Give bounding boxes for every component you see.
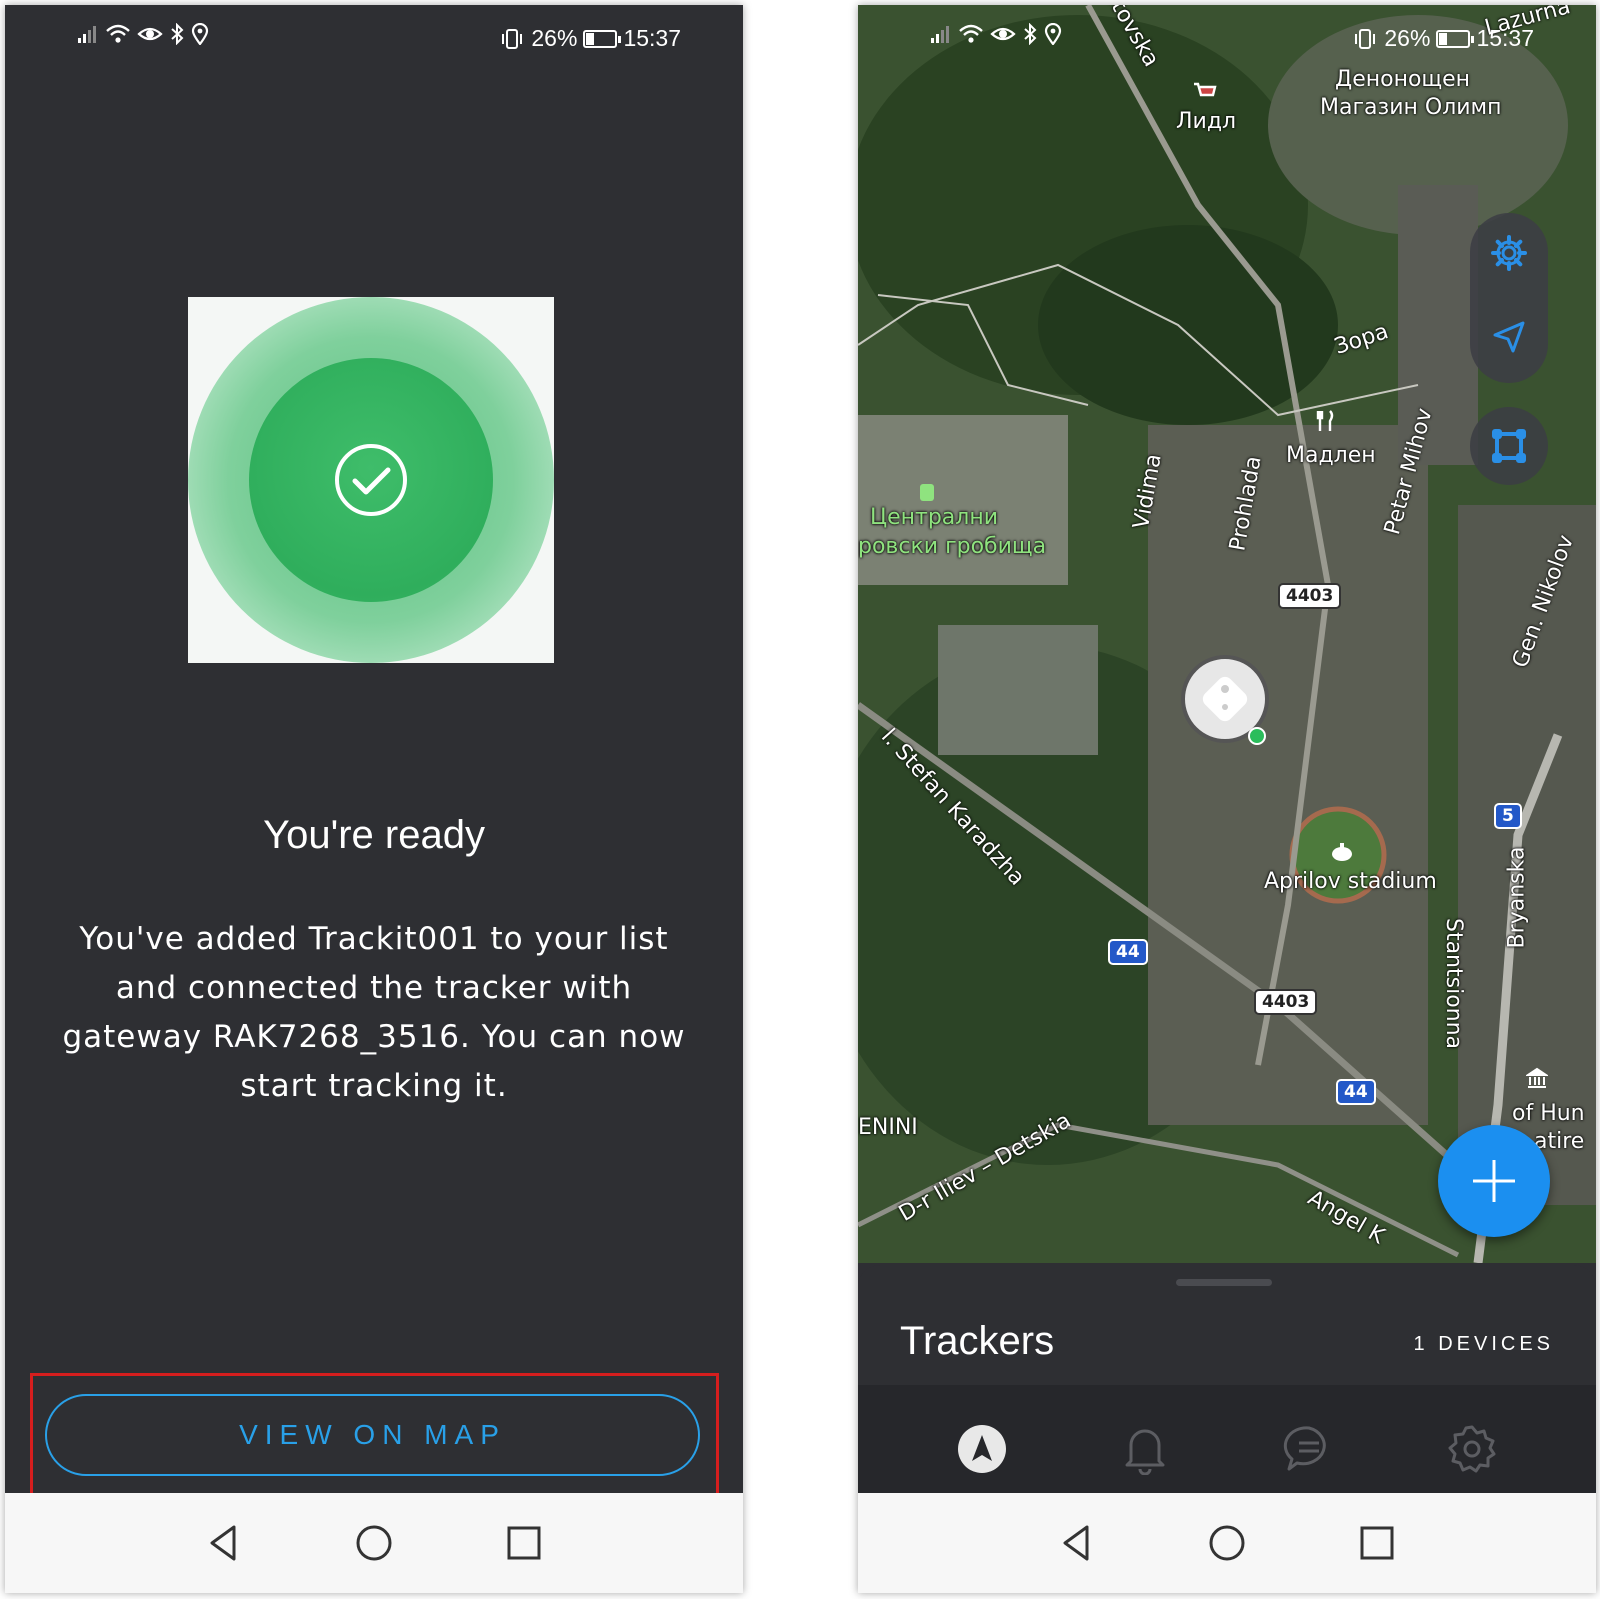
recents-icon[interactable] [504, 1523, 544, 1563]
trackers-sheet[interactable]: Trackers 1 DEVICES [858, 1265, 1596, 1385]
ready-screen: 26% 15:37 You're ready You've added Trac… [5, 5, 743, 1593]
clock: 15:37 [623, 25, 681, 51]
road-shield: 4403 [1254, 989, 1318, 1015]
tracker-online-dot [1248, 727, 1266, 745]
gear-icon[interactable] [1489, 233, 1529, 273]
road-shield: 44 [1108, 939, 1148, 965]
sheet-drag-handle[interactable] [1176, 1279, 1272, 1286]
status-icons-left [930, 23, 1062, 45]
map-label: Bryanska [1504, 846, 1530, 949]
success-illustration [188, 297, 554, 663]
map-screen: ntovska Лидл Денонощен Магазин Олимп Laz… [858, 5, 1596, 1593]
battery-icon [583, 29, 622, 48]
map-label: atire [1534, 1129, 1585, 1154]
ready-message: You've added Trackit001 to your list and… [62, 921, 686, 1104]
road-shield: 44 [1336, 1079, 1376, 1105]
bluetooth-icon [1024, 23, 1037, 45]
stadium-icon [1332, 843, 1352, 861]
satellite-map[interactable]: ntovska Лидл Денонощен Магазин Олимп Laz… [858, 5, 1596, 1263]
bluetooth-icon [171, 23, 184, 45]
recents-icon[interactable] [1357, 1523, 1397, 1563]
locate-icon[interactable] [1489, 317, 1529, 357]
museum-icon [1526, 1067, 1548, 1088]
map-label: Денонощен [1335, 67, 1471, 92]
map-label: ровски гробища [858, 534, 1047, 559]
tab-messages[interactable] [1281, 1421, 1337, 1477]
map-label: Централни [870, 505, 999, 530]
map-label: Лидл [1176, 109, 1237, 134]
battery-percent: 26% [531, 25, 578, 51]
settings-icon [1448, 1425, 1496, 1473]
system-nav-bar [858, 1493, 1596, 1593]
chat-icon [1283, 1426, 1326, 1471]
page-title: You're ready [263, 813, 485, 857]
vibrate-icon [1355, 28, 1376, 49]
map-label: Aprilov stadium [1264, 869, 1437, 894]
map-label: Мадлен [1286, 443, 1376, 468]
add-tracker-button[interactable] [1438, 1125, 1550, 1237]
map-label: of Hun [1512, 1101, 1585, 1126]
cemetery-icon [920, 484, 934, 501]
sheet-title: Trackers [900, 1319, 1055, 1363]
status-icons-left [77, 23, 209, 45]
navigation-icon [957, 1425, 1006, 1473]
back-icon[interactable] [204, 1523, 244, 1563]
battery-icon [1436, 29, 1475, 48]
signal-icon [931, 26, 949, 43]
view-on-map-button[interactable]: VIEW ON MAP [45, 1394, 700, 1476]
wifi-icon [959, 24, 983, 43]
road-shield: 5 [1494, 803, 1522, 829]
map-label: Магазин Олимп [1320, 95, 1502, 120]
fit-bounds-button[interactable] [1470, 407, 1548, 485]
back-icon[interactable] [1057, 1523, 1097, 1563]
device-count: 1 DEVICES [1413, 1333, 1554, 1355]
home-icon[interactable] [1207, 1523, 1247, 1563]
map-controls [1470, 213, 1548, 383]
battery-percent: 26% [1384, 25, 1431, 51]
status-bar: 26% 15:37 [858, 5, 1596, 67]
system-nav-bar [5, 1493, 743, 1593]
signal-icon [78, 26, 96, 43]
map-imagery [858, 5, 1596, 1263]
home-icon[interactable] [354, 1523, 394, 1563]
eye-icon [137, 27, 163, 41]
location-icon [191, 23, 209, 45]
tab-map[interactable] [954, 1421, 1010, 1477]
restaurant-icon [1316, 410, 1334, 431]
plus-icon [1473, 1160, 1515, 1202]
map-label: ENINI [858, 1115, 918, 1140]
map-label: Stantsionna [1441, 917, 1467, 1050]
clock: 15:37 [1476, 25, 1534, 51]
road-shield: 4403 [1278, 583, 1342, 609]
status-icons-right: 26% 15:37 [1352, 25, 1534, 52]
eye-icon [990, 27, 1016, 41]
bell-icon [1125, 1429, 1165, 1475]
tab-notifications[interactable] [1117, 1421, 1173, 1477]
check-circle-icon [335, 444, 407, 516]
shop-icon [1194, 82, 1217, 97]
fit-bounds-icon [1492, 429, 1526, 463]
vibrate-icon [502, 28, 523, 49]
location-icon [1044, 23, 1062, 45]
status-bar: 26% 15:37 [5, 5, 743, 67]
wifi-icon [106, 24, 130, 43]
tab-settings[interactable] [1444, 1421, 1500, 1477]
status-icons-right: 26% 15:37 [499, 25, 681, 52]
